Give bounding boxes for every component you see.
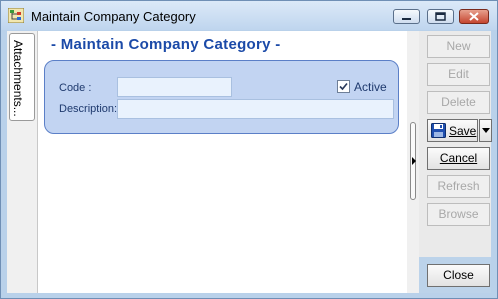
save-button[interactable]: Save bbox=[427, 119, 478, 142]
code-input[interactable] bbox=[117, 77, 232, 97]
maintain-company-category-window: Maintain Company Category Attachments...… bbox=[0, 0, 498, 299]
window-client-area: Attachments... - Maintain Company Catego… bbox=[7, 31, 492, 293]
category-details-panel: Code : Active Description: bbox=[44, 60, 399, 134]
attachments-tab[interactable]: Attachments... bbox=[9, 33, 35, 121]
close-button[interactable]: Close bbox=[427, 264, 490, 287]
form-area: - Maintain Company Category - Code : Act… bbox=[38, 31, 407, 293]
save-options-dropdown[interactable] bbox=[479, 119, 492, 142]
save-button-label: Save bbox=[449, 124, 477, 138]
left-tab-strip: Attachments... bbox=[7, 31, 38, 293]
cancel-button-label: Cancel bbox=[439, 151, 478, 165]
description-label: Description: bbox=[59, 103, 118, 115]
browse-button[interactable]: Browse bbox=[427, 203, 490, 226]
window-title: Maintain Company Category bbox=[31, 9, 196, 24]
close-window-button[interactable] bbox=[459, 9, 489, 24]
close-icon bbox=[469, 12, 479, 21]
title-bar[interactable]: Maintain Company Category bbox=[1, 1, 497, 30]
delete-button[interactable]: Delete bbox=[427, 91, 490, 114]
active-label: Active bbox=[354, 80, 387, 94]
minimize-icon bbox=[402, 18, 411, 20]
new-button[interactable]: New bbox=[427, 35, 490, 58]
chevron-down-icon bbox=[482, 128, 490, 133]
refresh-button[interactable]: Refresh bbox=[427, 175, 490, 198]
maximize-button[interactable] bbox=[427, 9, 454, 24]
form-heading: - Maintain Company Category - bbox=[51, 36, 281, 53]
floppy-disk-icon bbox=[431, 123, 446, 138]
cancel-button[interactable]: Cancel bbox=[427, 147, 490, 170]
active-checkbox[interactable] bbox=[337, 80, 350, 93]
category-tree-icon bbox=[8, 8, 24, 23]
minimize-button[interactable] bbox=[393, 9, 420, 24]
edit-button[interactable]: Edit bbox=[427, 63, 490, 86]
description-input[interactable] bbox=[117, 99, 394, 119]
code-label: Code : bbox=[59, 82, 92, 94]
attachments-tab-label: Attachments... bbox=[11, 40, 25, 117]
maximize-icon bbox=[435, 12, 446, 21]
chevron-right-icon[interactable] bbox=[410, 156, 418, 166]
checkmark-icon bbox=[339, 82, 348, 91]
